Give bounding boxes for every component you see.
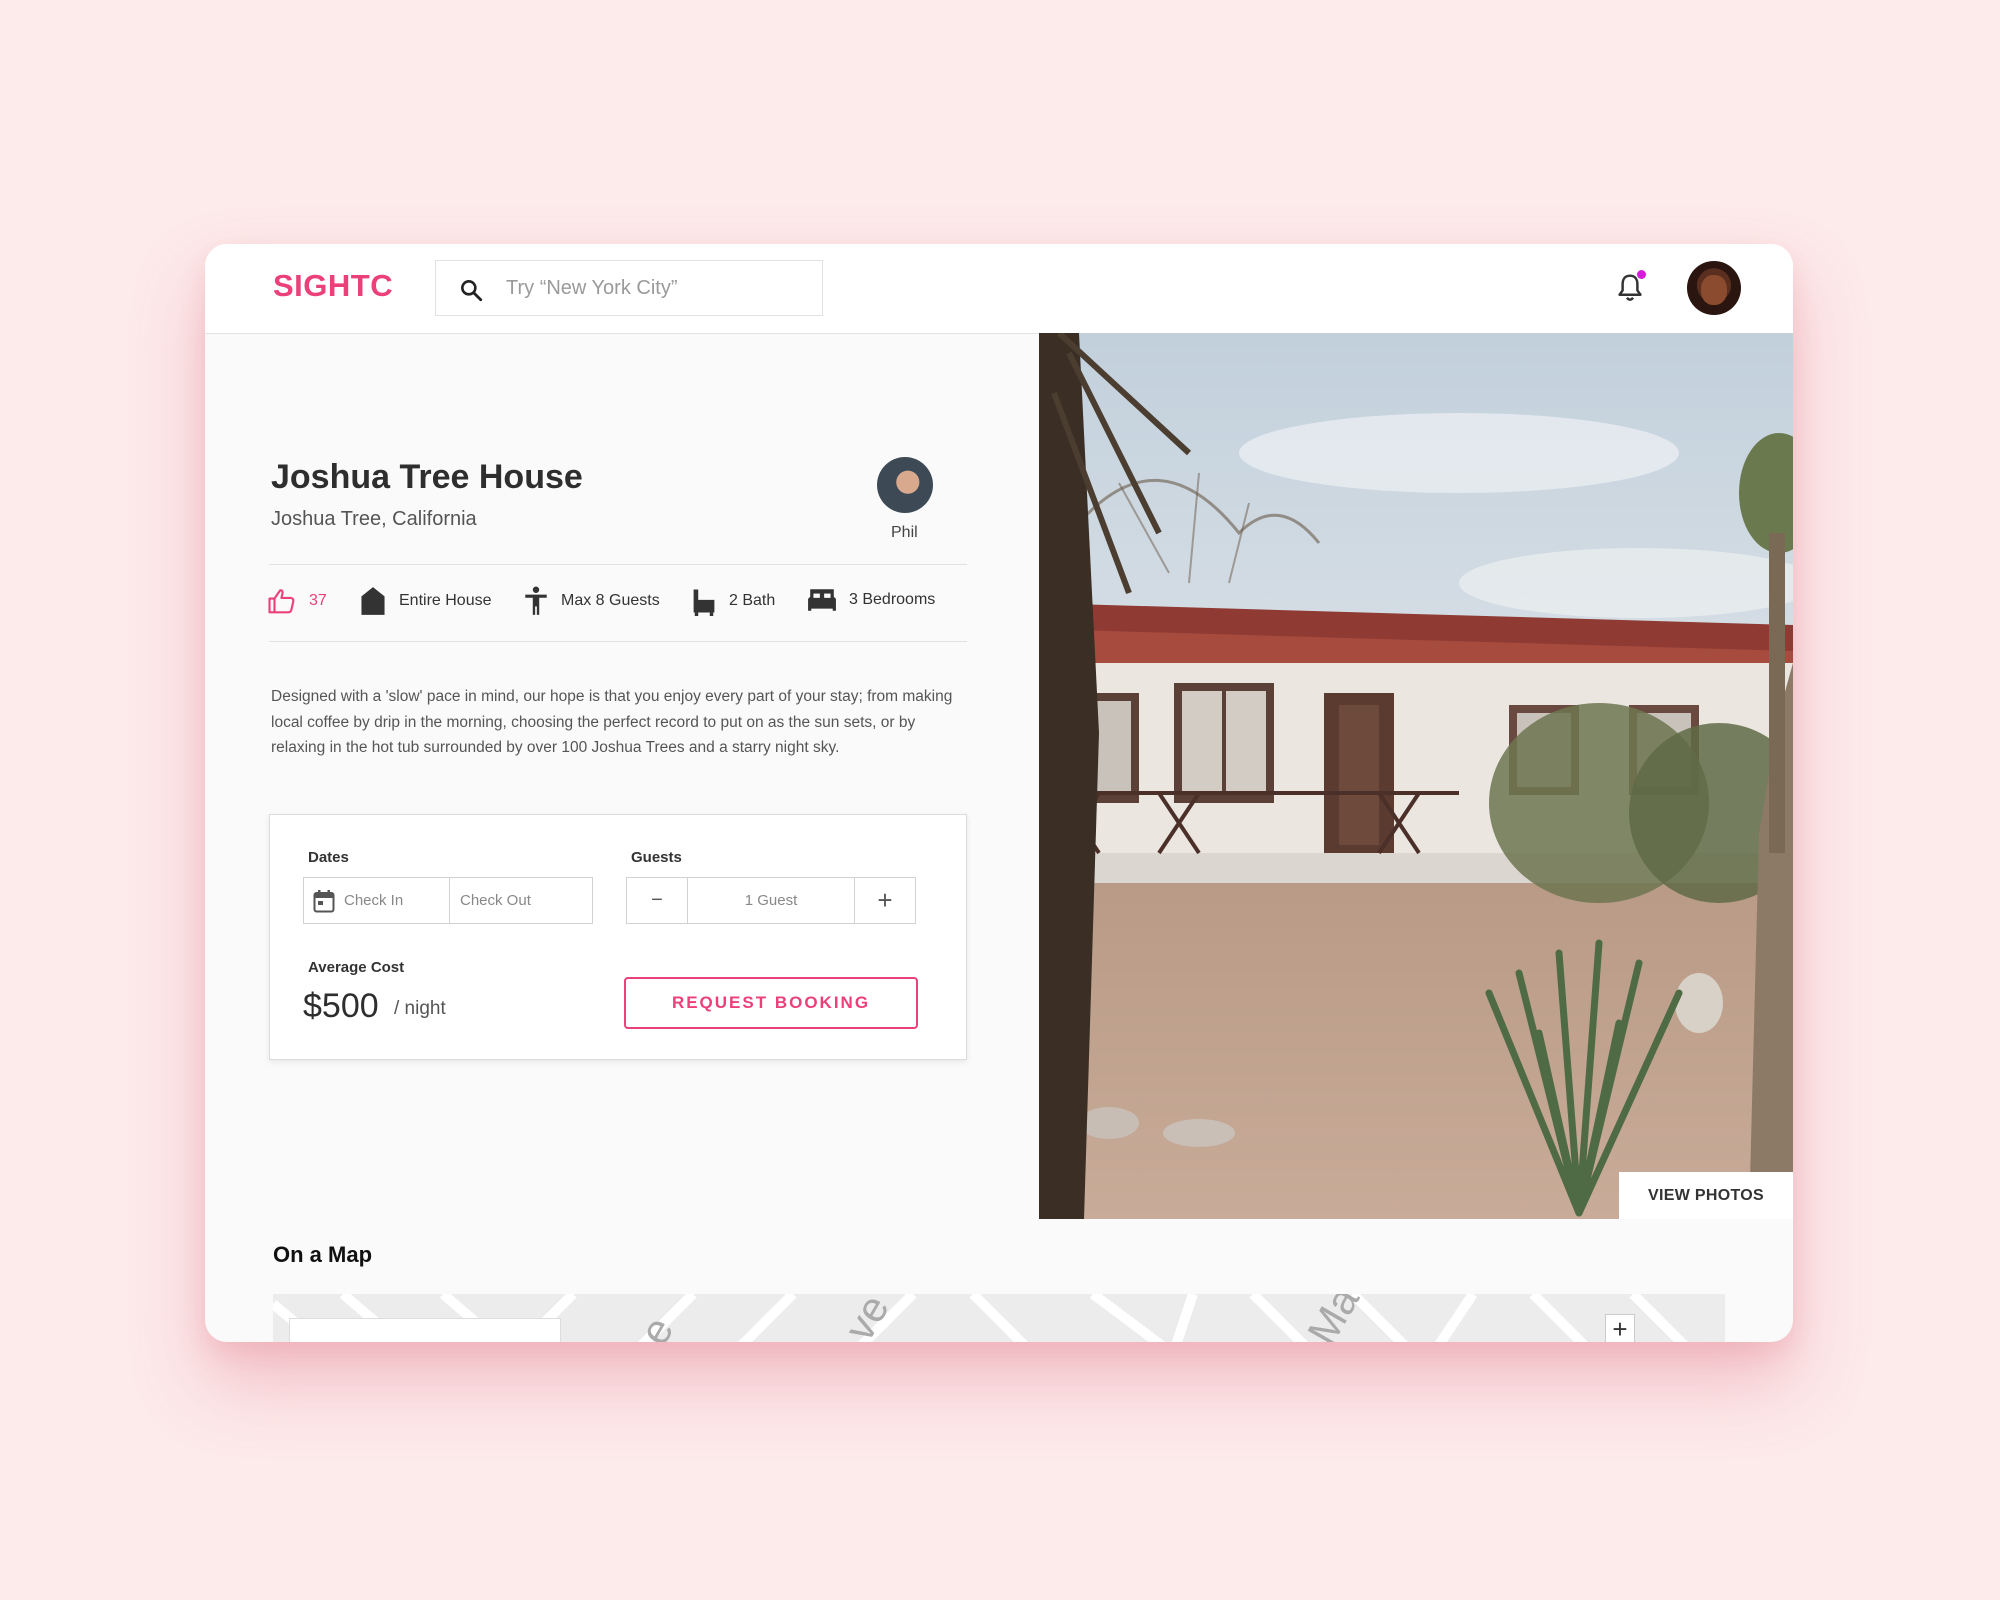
feature-entire-house: Entire House [359,586,492,616]
map-info-card[interactable] [289,1318,561,1342]
bed-icon [808,589,836,611]
guests-label: Guests [631,849,682,866]
check-out-field[interactable]: Check Out [460,892,531,909]
average-cost-label: Average Cost [308,959,405,976]
home-icon [361,587,385,615]
listing-description: Designed with a 'slow' pace in mind, our… [271,688,953,756]
search-input[interactable]: Try “New York City” [435,260,823,316]
host-avatar[interactable] [877,457,933,513]
search-placeholder: Try “New York City” [506,277,678,299]
thumbs-up-icon [268,589,295,614]
feature-label: 3 Bedrooms [849,591,936,608]
bathtub-icon [693,589,715,616]
date-range-picker[interactable]: Check In Check Out [303,877,593,924]
street-label: ve [835,1294,898,1342]
request-booking-button[interactable]: REQUEST BOOKING [624,977,918,1029]
feature-bedrooms: 3 Bedrooms [807,586,935,614]
street-label: Ma [1298,1294,1368,1342]
price-value: $500 [303,987,379,1025]
divider [269,564,967,565]
check-in-field[interactable]: Check In [344,892,403,909]
map-section-title: On a Map [273,1242,373,1267]
guest-count: 1 Guest [744,892,798,909]
feature-label: Max 8 Guests [561,592,660,609]
listing-location: Joshua Tree, California [271,508,477,530]
like-count: 37 [309,592,327,609]
calendar-icon [313,890,335,913]
decrement-guests-button[interactable]: − [627,878,688,923]
increment-guests-button[interactable]: + [854,878,915,923]
price-unit: / night [394,998,446,1019]
map-zoom-in-button[interactable]: + [1605,1314,1635,1342]
house-photo-image [1039,333,1793,1219]
top-bar: SIGHTC Try “New York City” [205,244,1793,334]
divider [449,878,450,923]
notification-dot [1637,270,1646,279]
host-name: Phil [891,524,918,541]
brand-logo[interactable]: SIGHTC [273,268,393,304]
feature-label: Entire House [399,592,492,609]
feature-bath: 2 Bath [691,586,775,616]
dates-label: Dates [308,849,349,866]
user-avatar[interactable] [1687,261,1741,315]
divider [269,641,967,642]
feature-label: 2 Bath [729,592,776,609]
like-button[interactable]: 37 [267,586,327,616]
listing-title: Joshua Tree House [271,458,583,496]
listing-photo[interactable] [1039,333,1793,1219]
feature-max-guests: Max 8 Guests [523,586,660,616]
search-icon [461,280,483,302]
booking-card: Dates Check In Check Out Guests − 1 Gues… [269,814,967,1060]
view-photos-button[interactable]: VIEW PHOTOS [1619,1172,1793,1219]
person-icon [525,586,547,615]
guest-stepper: − 1 Guest + [626,877,916,924]
app-window: SIGHTC Try “New York City” Joshua Tree H… [205,244,1793,1342]
